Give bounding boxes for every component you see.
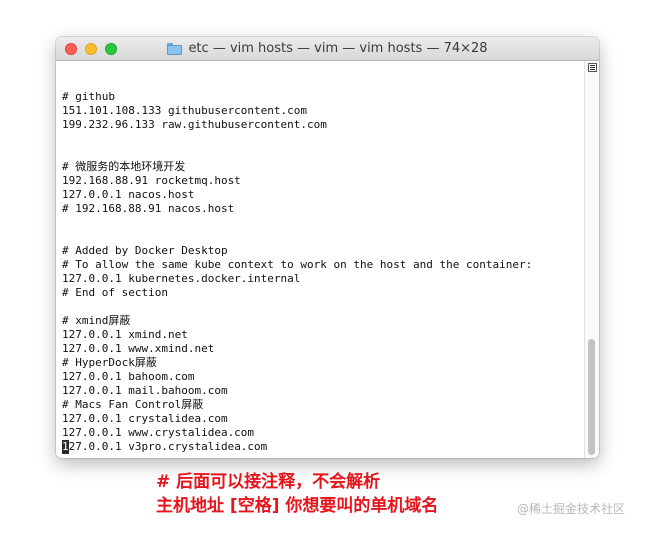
- editor-line[interactable]: # Macs Fan Control屏蔽: [62, 398, 584, 412]
- editor-line[interactable]: # 微服务的本地环境开发: [62, 160, 584, 174]
- window-title-wrap: etc — vim hosts — vim — vim hosts — 74×2…: [56, 37, 599, 60]
- editor-line[interactable]: [62, 146, 584, 160]
- editor-line[interactable]: 127.0.0.1 xmind.net: [62, 328, 584, 342]
- editor-line[interactable]: # 192.168.88.91 nacos.host: [62, 202, 584, 216]
- window-title: etc — vim hosts — vim — vim hosts — 74×2…: [188, 41, 488, 56]
- editor-line[interactable]: 127.0.0.1 nacos.host: [62, 188, 584, 202]
- editor-line[interactable]: 151.101.108.133 githubusercontent.com: [62, 104, 584, 118]
- scroll-thumb[interactable]: [588, 339, 595, 455]
- cursor-line-text: 27.0.0.1 v3pro.crystalidea.com: [68, 440, 268, 453]
- annotation-line-2: 主机地址 [空格] 你想要叫的单机域名: [156, 496, 439, 516]
- editor-line[interactable]: 192.168.88.91 rocketmq.host: [62, 174, 584, 188]
- editor-line[interactable]: 127.0.0.1 crystalidea.com: [62, 412, 584, 426]
- editor-line[interactable]: [62, 300, 584, 314]
- editor-line[interactable]: # github: [62, 90, 584, 104]
- folder-icon: [167, 42, 183, 55]
- editor-line[interactable]: [62, 230, 584, 244]
- editor-line[interactable]: # xmind屏蔽: [62, 314, 584, 328]
- editor-line[interactable]: # End of section: [62, 286, 584, 300]
- vertical-scrollbar[interactable]: [584, 61, 599, 458]
- title-bar[interactable]: etc — vim hosts — vim — vim hosts — 74×2…: [56, 37, 599, 61]
- editor-line[interactable]: # To allow the same kube context to work…: [62, 258, 584, 272]
- editor-line[interactable]: [62, 76, 584, 90]
- annotation-line-1: # 后面可以接注释，不会解析: [156, 472, 381, 492]
- terminal-window: etc — vim hosts — vim — vim hosts — 74×2…: [56, 37, 599, 458]
- text-cursor: 1: [62, 440, 69, 454]
- editor-line[interactable]: 199.232.96.133 raw.githubusercontent.com: [62, 118, 584, 132]
- editor-line[interactable]: 127.0.0.1 www.xmind.net: [62, 342, 584, 356]
- cursor-line[interactable]: 127.0.0.1 v3pro.crystalidea.com: [62, 440, 584, 454]
- editor-line[interactable]: # HyperDock屏蔽: [62, 356, 584, 370]
- watermark: @稀土掘金技术社区: [517, 502, 626, 516]
- editor-line[interactable]: [62, 216, 584, 230]
- editor-content[interactable]: # github 151.101.108.133 githubuserconten…: [56, 61, 584, 458]
- editor-line[interactable]: 127.0.0.1 bahoom.com: [62, 370, 584, 384]
- scrollbar-menu-icon[interactable]: [588, 63, 597, 72]
- editor-line[interactable]: 127.0.0.1 www.crystalidea.com: [62, 426, 584, 440]
- editor-line[interactable]: # Added by Docker Desktop: [62, 244, 584, 258]
- editor-line[interactable]: [62, 132, 584, 146]
- editor-line[interactable]: 127.0.0.1 mail.bahoom.com: [62, 384, 584, 398]
- annotation: # 后面可以接注释，不会解析 主机地址 [空格] 你想要叫的单机域名: [156, 470, 438, 518]
- editor-line[interactable]: 127.0.0.1 kubernetes.docker.internal: [62, 272, 584, 286]
